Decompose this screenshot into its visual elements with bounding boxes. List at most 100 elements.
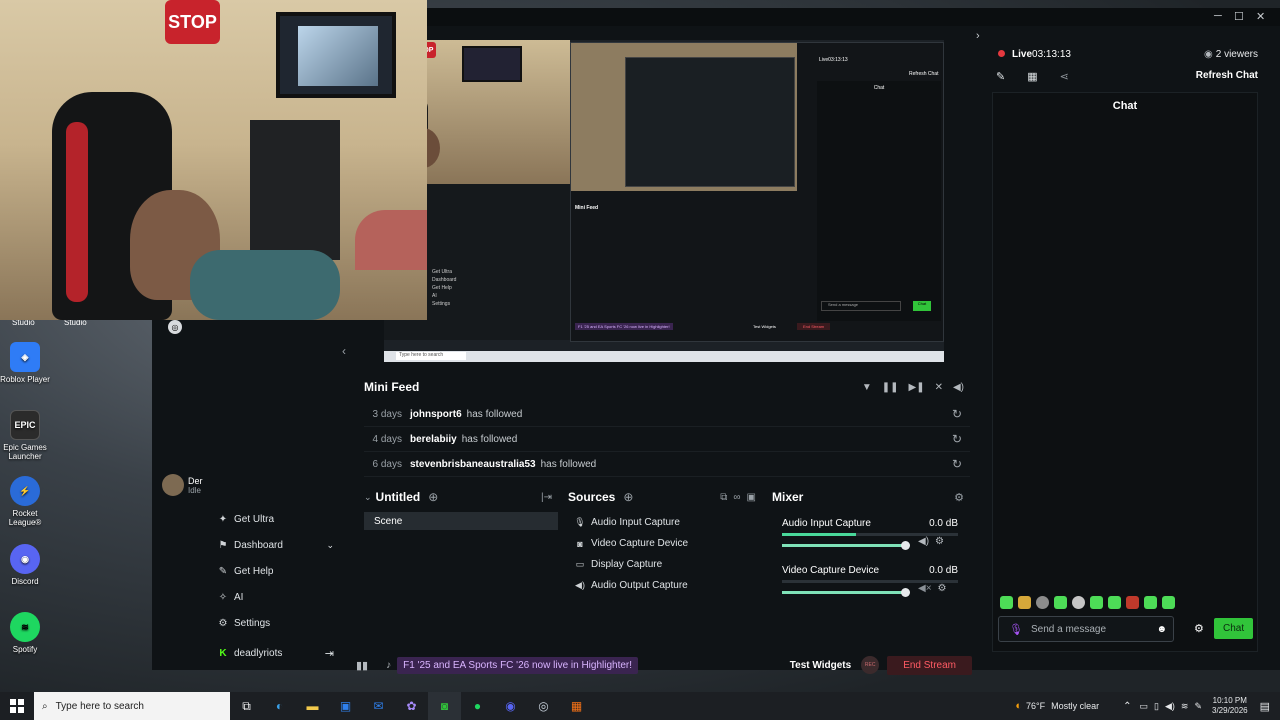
windows-start-icon[interactable]	[10, 699, 24, 713]
add-source-icon[interactable]: ⊕	[623, 490, 633, 504]
maximize-icon[interactable]: ☐	[1234, 10, 1244, 23]
network-icon[interactable]: ▭	[1140, 701, 1149, 712]
scene-collection-title[interactable]: Untitled	[376, 490, 421, 504]
send-chat-button[interactable]: Chat	[1214, 618, 1254, 639]
clock[interactable]: 10:10 PM 3/29/2026	[1212, 696, 1248, 716]
mail-icon[interactable]: ✉	[362, 692, 395, 720]
folder-icon[interactable]: ▣	[747, 492, 756, 503]
desktop-shortcut-roblox[interactable]: ◈ Roblox Player	[0, 342, 50, 384]
emote-icon[interactable]	[1054, 596, 1067, 609]
volume-slider[interactable]	[782, 541, 910, 550]
link-icon[interactable]: ∞	[733, 492, 740, 503]
chevron-down-icon[interactable]: ⌄	[326, 540, 334, 551]
replay-icon[interactable]: ↻	[952, 407, 962, 421]
emote-icon[interactable]	[1036, 596, 1049, 609]
scene-transition-icon[interactable]: |⇥	[541, 492, 552, 503]
steam-icon[interactable]: ◎	[527, 692, 560, 720]
sidebar-item-ai[interactable]: ✧ AI	[208, 584, 338, 610]
volume-slider[interactable]	[782, 588, 910, 597]
gear-icon[interactable]: ⚙	[954, 491, 964, 504]
filter-icon[interactable]: ▼	[862, 382, 872, 393]
mute-alerts-icon[interactable]: ✕	[935, 382, 943, 393]
emote-icon[interactable]	[1072, 596, 1085, 609]
group-icon[interactable]: ⧉	[720, 492, 727, 503]
source-item[interactable]: ▭ Display Capture	[568, 554, 760, 575]
share-icon[interactable]: ⋖	[1060, 70, 1069, 83]
logout-icon[interactable]: ⇥	[325, 647, 334, 660]
clip-icon[interactable]: ▦	[1027, 70, 1037, 83]
muted-icon[interactable]: ◀×	[918, 583, 932, 594]
slider-knob[interactable]	[901, 588, 910, 597]
close-icon[interactable]: ✕	[1256, 10, 1265, 23]
desktop-shortcut-spotify[interactable]: ≋ Spotify	[0, 612, 50, 654]
pen-icon[interactable]: ✎	[1194, 701, 1202, 712]
stream-preview[interactable]: STOP Get UltraDashboardGet HelpAISetting…	[384, 40, 944, 362]
chevron-up-icon[interactable]: ⌃	[1123, 701, 1131, 712]
emote-icon[interactable]	[1144, 596, 1157, 609]
end-stream-button[interactable]: End Stream	[887, 655, 972, 675]
desktop-shortcut-rocket-league[interactable]: ⚡ Rocket League®	[0, 476, 50, 527]
minimize-icon[interactable]: ─	[1214, 10, 1222, 22]
volume-icon[interactable]: ◀)	[1165, 701, 1175, 712]
source-item[interactable]: ◙ Video Capture Device	[568, 533, 760, 554]
volume-icon[interactable]: ◀)	[918, 536, 929, 547]
emote-icon[interactable]	[1162, 596, 1175, 609]
store-icon[interactable]: ▣	[329, 692, 362, 720]
promo-banner[interactable]: F1 '25 and EA Sports FC '26 now live in …	[397, 656, 639, 674]
sidebar-item-account[interactable]: K deadlyriots ⇥	[208, 640, 338, 666]
notifications-icon[interactable]: ▤	[1260, 700, 1270, 713]
skip-icon[interactable]: ▶❚	[909, 382, 925, 393]
desktop-shortcut-discord[interactable]: ◉ Discord	[0, 544, 50, 586]
chevron-down-icon[interactable]: ⌄	[364, 492, 372, 503]
desktop-shortcut-epic[interactable]: EPIC Epic Games Launcher	[0, 410, 50, 461]
gear-icon[interactable]: ⚙	[938, 583, 947, 594]
replay-icon[interactable]: ↻	[952, 432, 962, 446]
slider-knob[interactable]	[901, 541, 910, 550]
spotify-taskbar-icon[interactable]: ●	[461, 692, 494, 720]
discord-taskbar-icon[interactable]: ◉	[494, 692, 527, 720]
app-taskbar-icon[interactable]: ▦	[560, 692, 593, 720]
stats-icon[interactable]: ▮▮	[356, 659, 368, 672]
record-button[interactable]: REC	[861, 656, 880, 674]
battery-icon[interactable]: ▯	[1154, 701, 1159, 712]
microphone-icon[interactable]: 🎙	[1009, 623, 1023, 636]
wifi-icon[interactable]: ≋	[1181, 701, 1189, 712]
edit-icon[interactable]: ✎	[996, 70, 1005, 83]
volume-icon[interactable]: ◀)	[953, 382, 964, 393]
sidebar-item-get-ultra[interactable]: ✦ Get Ultra	[208, 506, 338, 532]
task-view-icon[interactable]: ⧉	[230, 692, 263, 720]
scene-item[interactable]: Scene	[364, 512, 558, 530]
sources-title: Sources	[568, 490, 616, 504]
weather-desc[interactable]: Mostly clear	[1051, 701, 1099, 711]
source-item[interactable]: ◀) Audio Output Capture	[568, 575, 760, 596]
weather-temp[interactable]: 76°F	[1026, 701, 1045, 711]
edge-icon[interactable]: ◐	[263, 692, 296, 720]
emote-icon[interactable]	[1090, 596, 1103, 609]
chat-input[interactable]: 🎙 Send a message ☻	[998, 616, 1174, 642]
emote-icon[interactable]	[1126, 596, 1139, 609]
pause-icon[interactable]: ❚❚	[882, 382, 899, 393]
chevron-right-icon[interactable]: ›	[976, 30, 980, 42]
test-widgets-button[interactable]: Test Widgets	[790, 660, 851, 671]
taskbar-search[interactable]: ⌕ Type here to search	[34, 692, 230, 720]
profile-card[interactable]: Der Idle	[162, 474, 203, 496]
file-explorer-icon[interactable]: ▬	[296, 692, 329, 720]
emoji-icon[interactable]: ☻	[1156, 624, 1167, 635]
gear-icon[interactable]: ⚙	[1194, 622, 1204, 635]
add-scene-icon[interactable]: ⊕	[428, 490, 438, 504]
sidebar-item-get-help[interactable]: ✎ Get Help	[208, 558, 338, 584]
refresh-chat-button[interactable]: Refresh Chat	[1196, 70, 1258, 81]
source-item[interactable]: 🎙 Audio Input Capture	[568, 512, 760, 533]
replay-icon[interactable]: ↻	[952, 457, 962, 471]
nested-search: Type here to search	[396, 352, 466, 360]
sidebar-item-dashboard[interactable]: ⚑ Dashboard ⌄	[208, 532, 338, 558]
streamlabs-taskbar-icon[interactable]: ◙	[428, 692, 461, 720]
emote-icon[interactable]	[1108, 596, 1121, 609]
gear-icon[interactable]: ⚙	[935, 536, 944, 547]
sidebar-item-settings[interactable]: ⚙ Settings	[208, 610, 338, 636]
emote-icon[interactable]	[1018, 596, 1031, 609]
collapse-chevron-icon[interactable]: ‹	[342, 344, 346, 358]
copilot-icon[interactable]: ✿	[395, 692, 428, 720]
alert-bell-icon[interactable]: ♪	[386, 660, 391, 671]
emote-icon[interactable]	[1000, 596, 1013, 609]
